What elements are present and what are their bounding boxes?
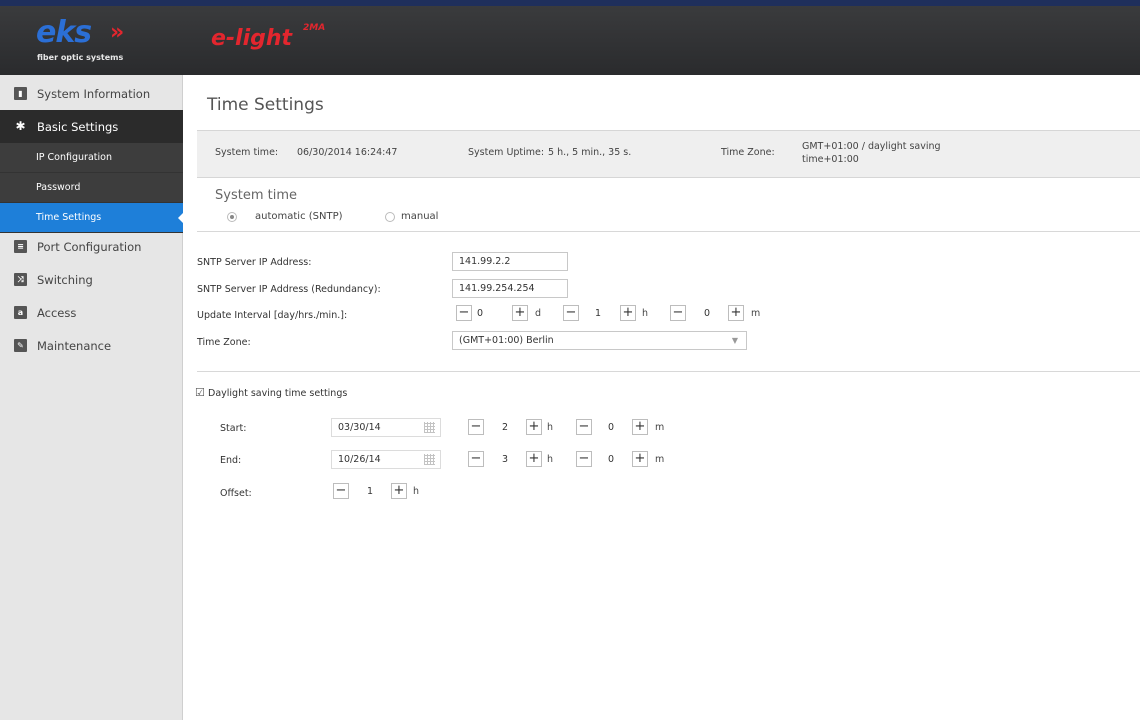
section-divider-2	[197, 371, 1140, 372]
system-time-value: 06/30/2014 16:24:47	[297, 147, 398, 158]
dst-end-minute-increment-button[interactable]: +	[632, 451, 648, 467]
chart-icon: ▮	[14, 87, 27, 100]
interval-minutes-increment-button[interactable]: +	[728, 305, 744, 321]
sidebar-subitem-label: Time Settings	[36, 212, 102, 223]
sidebar-subitem-label: Password	[36, 182, 81, 193]
interval-minutes-value[interactable]: 0	[697, 308, 717, 319]
radio-automatic-sntp[interactable]	[227, 212, 237, 222]
wrench-icon: ✎	[14, 339, 27, 352]
dst-start-minute-value[interactable]: 0	[601, 422, 621, 433]
brand-name: eks	[36, 15, 92, 50]
port-icon: ≡	[14, 240, 27, 253]
sntp-server-label: SNTP Server IP Address:	[197, 257, 312, 268]
section-divider	[197, 231, 1140, 232]
dst-end-label: End:	[220, 455, 242, 466]
page-title: Time Settings	[207, 95, 324, 115]
radio-manual[interactable]	[385, 212, 395, 222]
interval-hours-increment-button[interactable]: +	[620, 305, 636, 321]
interval-days-unit: d	[535, 308, 542, 319]
daylight-saving-checkbox[interactable]: ☑	[195, 386, 205, 399]
dst-start-label: Start:	[220, 423, 247, 434]
dst-end-date-input[interactable]: 10/26/14	[331, 450, 441, 469]
timezone-value-line1: GMT+01:00 / daylight saving	[802, 141, 941, 152]
dst-start-date-value: 03/30/14	[338, 422, 381, 433]
system-time-section-title: System time	[215, 188, 297, 203]
sidebar-item-label: Maintenance	[37, 338, 112, 353]
brand-tagline: fiber optic systems	[37, 53, 124, 62]
daylight-saving-label: Daylight saving time settings	[208, 388, 348, 399]
interval-hours-value[interactable]: 1	[588, 308, 608, 319]
lock-icon: a	[14, 306, 27, 319]
sidebar-subitem-time-settings[interactable]: Time Settings	[0, 203, 184, 233]
uptime-label: System Uptime:	[468, 147, 545, 158]
calendar-icon[interactable]	[424, 422, 435, 433]
dst-end-minute-decrement-button[interactable]: −	[576, 451, 592, 467]
dst-offset-increment-button[interactable]: +	[391, 483, 407, 499]
sntp-redundancy-label: SNTP Server IP Address (Redundancy):	[197, 284, 381, 295]
product-model: 2MA	[303, 23, 326, 33]
uptime-value: 5 h., 5 min., 35 s.	[548, 147, 632, 158]
sidebar-subitem-label: IP Configuration	[36, 152, 112, 163]
sntp-server-input[interactable]: 141.99.2.2	[452, 252, 568, 271]
brand-arrows-icon: »	[110, 20, 124, 45]
dst-end-minute-value[interactable]: 0	[601, 454, 621, 465]
sntp-redundancy-input[interactable]: 141.99.254.254	[452, 279, 568, 298]
timezone-select-value: (GMT+01:00) Berlin	[459, 335, 554, 346]
dst-start-hour-value[interactable]: 2	[495, 422, 515, 433]
interval-minutes-decrement-button[interactable]: −	[670, 305, 686, 321]
dst-end-hour-decrement-button[interactable]: −	[468, 451, 484, 467]
interval-hours-decrement-button[interactable]: −	[563, 305, 579, 321]
switching-icon: ⤨	[14, 273, 27, 286]
dst-start-hour-unit: h	[547, 422, 554, 433]
chevron-down-icon: ▼	[731, 336, 738, 345]
update-interval-label: Update Interval [day/hrs./min.]:	[197, 310, 348, 321]
calendar-icon[interactable]	[424, 454, 435, 465]
interval-days-value[interactable]: 0	[470, 308, 490, 319]
dst-start-minute-decrement-button[interactable]: −	[576, 419, 592, 435]
gear-icon: ✱	[15, 119, 26, 133]
dst-end-date-value: 10/26/14	[338, 454, 381, 465]
timezone-select[interactable]: (GMT+01:00) Berlin ▼	[452, 331, 747, 350]
dst-offset-unit: h	[413, 486, 420, 497]
dst-start-minute-increment-button[interactable]: +	[632, 419, 648, 435]
sidebar: ▮ System Information ✱ Basic Settings IP…	[0, 75, 184, 720]
product-name: e-light	[211, 26, 293, 51]
sidebar-item-access[interactable]: a Access	[0, 296, 183, 329]
dst-end-hour-unit: h	[547, 454, 554, 465]
dst-end-minute-unit: m	[655, 454, 665, 465]
sidebar-item-label: Basic Settings	[37, 119, 119, 134]
brand-logo: eks » fiber optic systems	[0, 6, 183, 75]
sidebar-item-label: Port Configuration	[37, 239, 142, 254]
sidebar-item-system-information[interactable]: ▮ System Information	[0, 77, 183, 110]
timezone-select-label: Time Zone:	[197, 337, 251, 348]
dst-start-date-input[interactable]: 03/30/14	[331, 418, 441, 437]
dst-offset-decrement-button[interactable]: −	[333, 483, 349, 499]
system-info-bar: System time: 06/30/2014 16:24:47 System …	[197, 130, 1140, 178]
dst-offset-value[interactable]: 1	[360, 486, 380, 497]
dst-end-hour-value[interactable]: 3	[495, 454, 515, 465]
interval-days-increment-button[interactable]: +	[512, 305, 528, 321]
radio-automatic-label: automatic (SNTP)	[255, 211, 343, 222]
interval-hours-unit: h	[642, 308, 649, 319]
dst-start-minute-unit: m	[655, 422, 665, 433]
sidebar-subitem-ip-configuration[interactable]: IP Configuration	[0, 143, 183, 173]
sidebar-item-label: Access	[37, 305, 77, 320]
sidebar-item-label: System Information	[37, 86, 151, 101]
timezone-value-line2: time+01:00	[802, 154, 859, 165]
timezone-label: Time Zone:	[721, 147, 775, 158]
sidebar-item-label: Switching	[37, 272, 93, 287]
dst-end-hour-increment-button[interactable]: +	[526, 451, 542, 467]
dst-offset-label: Offset:	[220, 488, 252, 499]
sidebar-subitem-password[interactable]: Password	[0, 173, 183, 203]
sidebar-item-switching[interactable]: ⤨ Switching	[0, 263, 183, 296]
sidebar-item-maintenance[interactable]: ✎ Maintenance	[0, 329, 183, 362]
system-time-label: System time:	[215, 147, 279, 158]
sidebar-item-port-configuration[interactable]: ≡ Port Configuration	[0, 230, 183, 263]
sidebar-item-basic-settings[interactable]: ✱ Basic Settings	[0, 110, 183, 143]
dst-start-hour-decrement-button[interactable]: −	[468, 419, 484, 435]
radio-manual-label: manual	[401, 211, 439, 222]
dst-start-hour-increment-button[interactable]: +	[526, 419, 542, 435]
interval-minutes-unit: m	[751, 308, 761, 319]
top-header: eks » fiber optic systems e-light 2MA	[0, 0, 1140, 75]
